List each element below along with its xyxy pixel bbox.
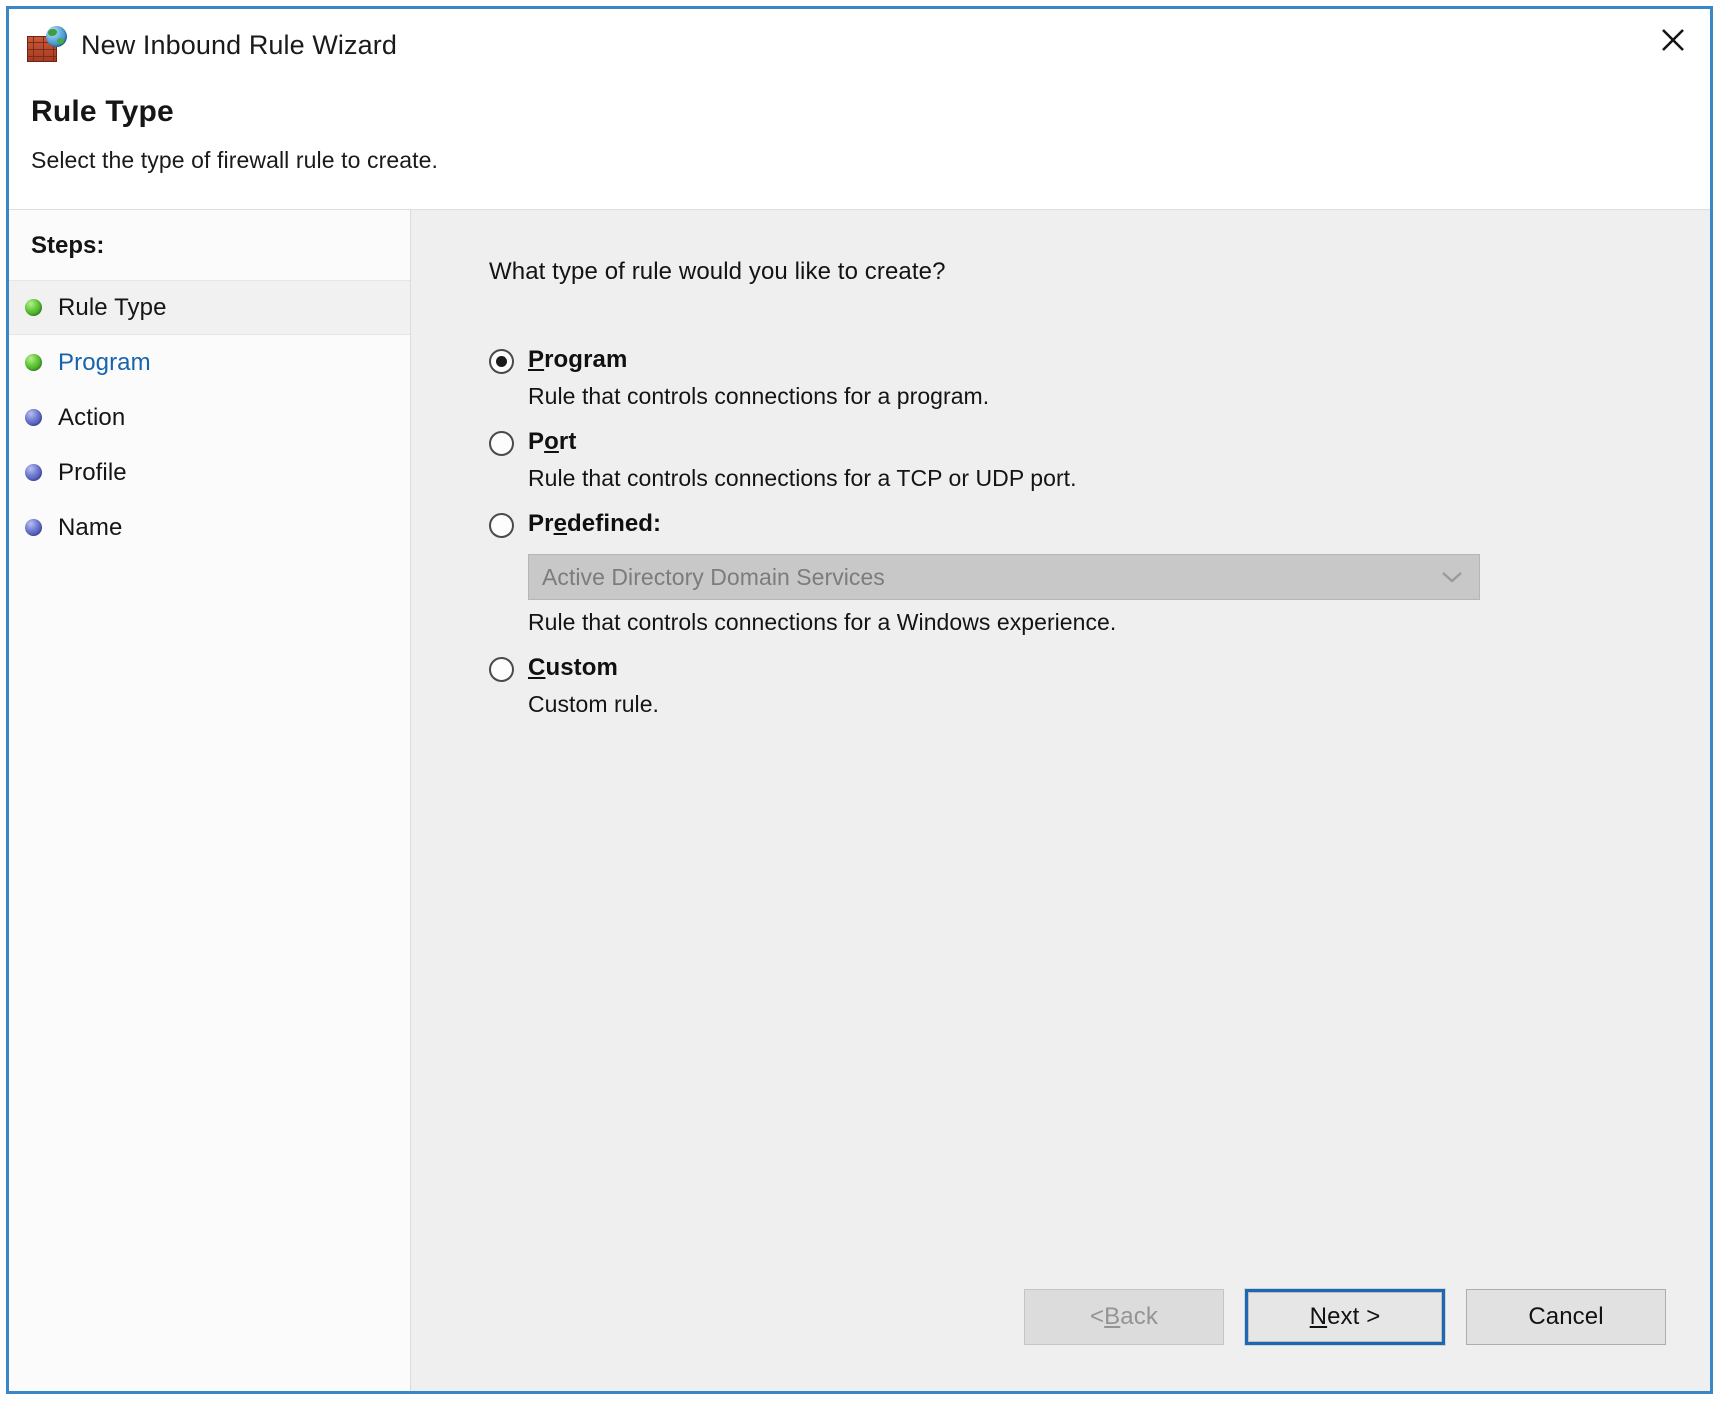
option-predefined: Predefined: Active Directory Domain Serv… xyxy=(489,510,1710,636)
wizard-header: New Inbound Rule Wizard Rule Type Select… xyxy=(9,9,1710,209)
next-button[interactable]: Next > xyxy=(1244,1288,1446,1346)
steps-sidebar: Steps: Rule Type Program Action Profile … xyxy=(9,210,411,1391)
wizard-window: New Inbound Rule Wizard Rule Type Select… xyxy=(6,6,1713,1394)
page-title: Rule Type xyxy=(31,95,174,128)
predefined-rule-value: Active Directory Domain Services xyxy=(542,563,885,590)
option-custom: Custom Custom rule. xyxy=(489,654,1710,718)
sidebar-item-label: Action xyxy=(58,403,126,431)
option-custom-label: Custom xyxy=(528,654,618,681)
option-port-description: Rule that controls connections for a TCP… xyxy=(528,465,1077,491)
page-subtitle: Select the type of firewall rule to crea… xyxy=(31,147,439,173)
radio-predefined[interactable] xyxy=(489,513,514,538)
chevron-down-icon xyxy=(1439,555,1465,599)
main-panel: What type of rule would you like to crea… xyxy=(411,210,1710,1391)
step-bullet-icon xyxy=(25,409,42,426)
option-port-label: Port xyxy=(528,428,577,455)
step-bullet-icon xyxy=(25,464,42,481)
sidebar-item-label: Rule Type xyxy=(58,293,167,321)
option-program-description: Rule that controls connections for a pro… xyxy=(528,383,990,409)
wizard-footer: < Back Next > Cancel xyxy=(411,1288,1710,1391)
sidebar-item-action[interactable]: Action xyxy=(9,390,410,445)
question-text: What type of rule would you like to crea… xyxy=(489,258,946,285)
firewall-globe-icon xyxy=(27,26,67,64)
predefined-rule-dropdown[interactable]: Active Directory Domain Services xyxy=(528,554,1480,600)
window-title: New Inbound Rule Wizard xyxy=(81,29,397,60)
option-port: Port Rule that controls connections for … xyxy=(489,428,1710,492)
sidebar-item-name[interactable]: Name xyxy=(9,500,410,555)
sidebar-item-rule-type[interactable]: Rule Type xyxy=(9,280,410,335)
steps-heading: Steps: xyxy=(31,232,105,259)
option-custom-description: Custom rule. xyxy=(528,691,659,717)
close-icon[interactable] xyxy=(1636,9,1710,71)
option-predefined-label: Predefined: xyxy=(528,510,662,537)
sidebar-item-label: Program xyxy=(58,348,151,376)
option-predefined-description: Rule that controls connections for a Win… xyxy=(528,609,1117,635)
step-bullet-icon xyxy=(25,299,42,316)
sidebar-item-label: Name xyxy=(58,513,123,541)
title-bar: New Inbound Rule Wizard xyxy=(9,9,1710,71)
wizard-body: Steps: Rule Type Program Action Profile … xyxy=(9,209,1710,1391)
sidebar-item-program[interactable]: Program xyxy=(9,335,410,390)
radio-port[interactable] xyxy=(489,431,514,456)
option-program: Program Rule that controls connections f… xyxy=(489,346,1710,410)
step-bullet-icon xyxy=(25,354,42,371)
radio-program[interactable] xyxy=(489,349,514,374)
sidebar-item-label: Profile xyxy=(58,458,127,486)
sidebar-item-profile[interactable]: Profile xyxy=(9,445,410,500)
radio-custom[interactable] xyxy=(489,657,514,682)
step-bullet-icon xyxy=(25,519,42,536)
option-program-label: Program xyxy=(528,346,628,373)
back-button[interactable]: < Back xyxy=(1024,1289,1224,1345)
cancel-button[interactable]: Cancel xyxy=(1466,1289,1666,1345)
